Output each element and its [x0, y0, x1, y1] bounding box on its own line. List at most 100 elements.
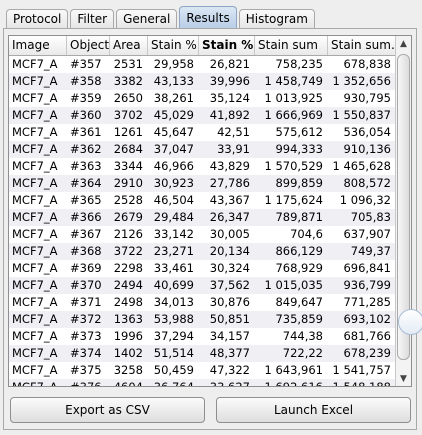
- table-row[interactable]: MCF7_A #369 2298 33,461 30,324 768,929 696,841: [9, 260, 396, 277]
- tab-bar: Protocol Filter General Results Histogra…: [6, 6, 317, 28]
- launch-excel-button[interactable]: Launch Excel: [216, 397, 411, 423]
- side-handle[interactable]: [398, 309, 422, 335]
- table-cell: 849,647: [275, 295, 323, 309]
- column-header-stain-percent-w[interactable]: Stain % w: [199, 36, 255, 55]
- table-cell: 678,239: [343, 346, 391, 360]
- table-cell: MCF7_A: [12, 261, 58, 275]
- column-header-stain-percent[interactable]: Stain %: [148, 36, 199, 55]
- table-cell: 27,786: [209, 176, 250, 190]
- table-row[interactable]: MCF7_A #361 1261 45,647 42,51 575,612 536,054: [9, 124, 396, 141]
- table-cell: MCF7_A: [12, 346, 58, 360]
- table-row[interactable]: MCF7_A #373 1996 37,294 34,157 744,38 681,766: [9, 328, 396, 345]
- table-cell: MCF7_A: [12, 312, 58, 326]
- table-cell: 1 096,32: [339, 193, 391, 207]
- table-row[interactable]: MCF7_A #368 3722 23,271 20,134 866,129 749,37: [9, 243, 396, 260]
- table-row[interactable]: MCF7_A #363 3344 46,966 43,829 1 570,529 1 465…: [9, 158, 396, 175]
- column-header-image[interactable]: Image: [9, 36, 67, 55]
- table-row[interactable]: MCF7_A #371 2498 34,013 30,876 849,647 771,285: [9, 294, 396, 311]
- table-cell: 43,829: [209, 159, 250, 173]
- table-cell: 936,799: [343, 278, 391, 292]
- table-cell: 1 013,925: [264, 91, 323, 105]
- table-cell: #371: [70, 295, 102, 309]
- table-row[interactable]: MCF7_A #372 1363 53,988 50,851 735,859 693,102: [9, 311, 396, 328]
- table-cell: #365: [70, 193, 102, 207]
- tab-filter[interactable]: Filter: [70, 9, 115, 28]
- table-row[interactable]: MCF7_A #365 2528 46,504 43,367 1 175,624 1 096…: [9, 192, 396, 209]
- table-row[interactable]: MCF7_A #357 2531 29,958 26,821 758,235 678,838: [9, 56, 396, 73]
- table-cell: #375: [70, 363, 102, 377]
- table-cell: 4604: [113, 380, 143, 387]
- table-cell: 1402: [113, 346, 143, 360]
- column-header-stain-sum-2[interactable]: Stain sum...: [328, 36, 396, 55]
- table-header: Image Object Area Stain % Stain % w Stai…: [9, 36, 396, 56]
- table-cell: 705,83: [350, 210, 391, 224]
- table-cell: 910,136: [343, 142, 391, 156]
- tab-results[interactable]: Results: [179, 6, 237, 28]
- table-cell: 36,764: [153, 380, 194, 387]
- table-cell: #376: [70, 380, 102, 387]
- table-row[interactable]: MCF7_A #370 2494 40,699 37,562 1 015,035 936,7…: [9, 277, 396, 294]
- table-cell: 899,859: [275, 176, 323, 190]
- table-cell: 33,461: [153, 261, 194, 275]
- table-row[interactable]: MCF7_A #367 2126 33,142 30,005 704,6 637,907: [9, 226, 396, 243]
- table-cell: MCF7_A: [12, 244, 58, 258]
- scroll-down-button[interactable]: ▼: [396, 371, 411, 386]
- tab-protocol[interactable]: Protocol: [6, 9, 69, 28]
- table-cell: 637,907: [343, 227, 391, 241]
- table-cell: #372: [70, 312, 102, 326]
- table-row[interactable]: MCF7_A #376 4604 36,764 33,627 1 692,616 1 548…: [9, 379, 396, 387]
- column-header-object[interactable]: Object: [67, 36, 110, 55]
- table-cell: 34,013: [153, 295, 194, 309]
- table-row[interactable]: MCF7_A #362 2684 37,047 33,91 994,333 910,136: [9, 141, 396, 158]
- table-cell: #357: [70, 57, 102, 71]
- table-cell: MCF7_A: [12, 125, 58, 139]
- table-cell: #364: [70, 176, 102, 190]
- table-cell: #373: [70, 329, 102, 343]
- table-cell: 1 175,624: [264, 193, 323, 207]
- table-cell: MCF7_A: [12, 159, 58, 173]
- table-cell: 575,612: [275, 125, 323, 139]
- table-cell: #369: [70, 261, 102, 275]
- table-cell: 704,6: [290, 227, 323, 241]
- table-row[interactable]: MCF7_A #359 2650 38,261 35,124 1 013,925 930,7…: [9, 90, 396, 107]
- table-cell: 1 458,749: [264, 74, 323, 88]
- table-cell: 2298: [113, 261, 143, 275]
- table-row[interactable]: MCF7_A #374 1402 51,514 48,377 722,22 678,239: [9, 345, 396, 362]
- table-cell: 30,923: [153, 176, 194, 190]
- table-cell: 3702: [113, 108, 143, 122]
- table-cell: 37,047: [153, 142, 194, 156]
- table-row[interactable]: MCF7_A #364 2910 30,923 27,786 899,859 808,572: [9, 175, 396, 192]
- table-cell: 45,029: [153, 108, 194, 122]
- triangle-down-icon: ▼: [400, 373, 407, 384]
- table-cell: 37,294: [153, 329, 194, 343]
- table-cell: 1 666,969: [264, 108, 323, 122]
- table-row[interactable]: MCF7_A #360 3702 45,029 41,892 1 666,969 1 550…: [9, 107, 396, 124]
- scroll-up-button[interactable]: ▲: [396, 36, 411, 51]
- table-cell: 1 465,628: [332, 159, 391, 173]
- table-cell: 3722: [113, 244, 143, 258]
- column-header-stain-sum[interactable]: Stain sum: [255, 36, 328, 55]
- table-cell: MCF7_A: [12, 295, 58, 309]
- table-cell: 536,054: [343, 125, 391, 139]
- table-cell: #370: [70, 278, 102, 292]
- table-cell: 20,134: [209, 244, 250, 258]
- table-cell: 1 643,961: [264, 363, 323, 377]
- table-row[interactable]: MCF7_A #358 3382 43,133 39,996 1 458,749 1 352…: [9, 73, 396, 90]
- table-cell: 1 352,656: [332, 74, 391, 88]
- column-header-area[interactable]: Area: [110, 36, 148, 55]
- table-cell: 47,322: [209, 363, 250, 377]
- table-cell: 35,124: [209, 91, 250, 105]
- table-cell: 30,876: [209, 295, 250, 309]
- table-cell: 51,514: [153, 346, 194, 360]
- table-cell: 53,988: [153, 312, 194, 326]
- table-row[interactable]: MCF7_A #366 2679 29,484 26,347 789,871 705,83: [9, 209, 396, 226]
- export-csv-button[interactable]: Export as CSV: [10, 397, 205, 423]
- table-cell: 1 692,616: [264, 380, 323, 387]
- table-row[interactable]: MCF7_A #375 3258 50,459 47,322 1 643,961 1 541…: [9, 362, 396, 379]
- tab-histogram[interactable]: Histogram: [238, 9, 315, 28]
- table-cell: 34,157: [209, 329, 250, 343]
- tab-general[interactable]: General: [116, 9, 178, 28]
- table-cell: 2684: [113, 142, 143, 156]
- table-cell: 693,102: [343, 312, 391, 326]
- table-cell: 1 570,529: [264, 159, 323, 173]
